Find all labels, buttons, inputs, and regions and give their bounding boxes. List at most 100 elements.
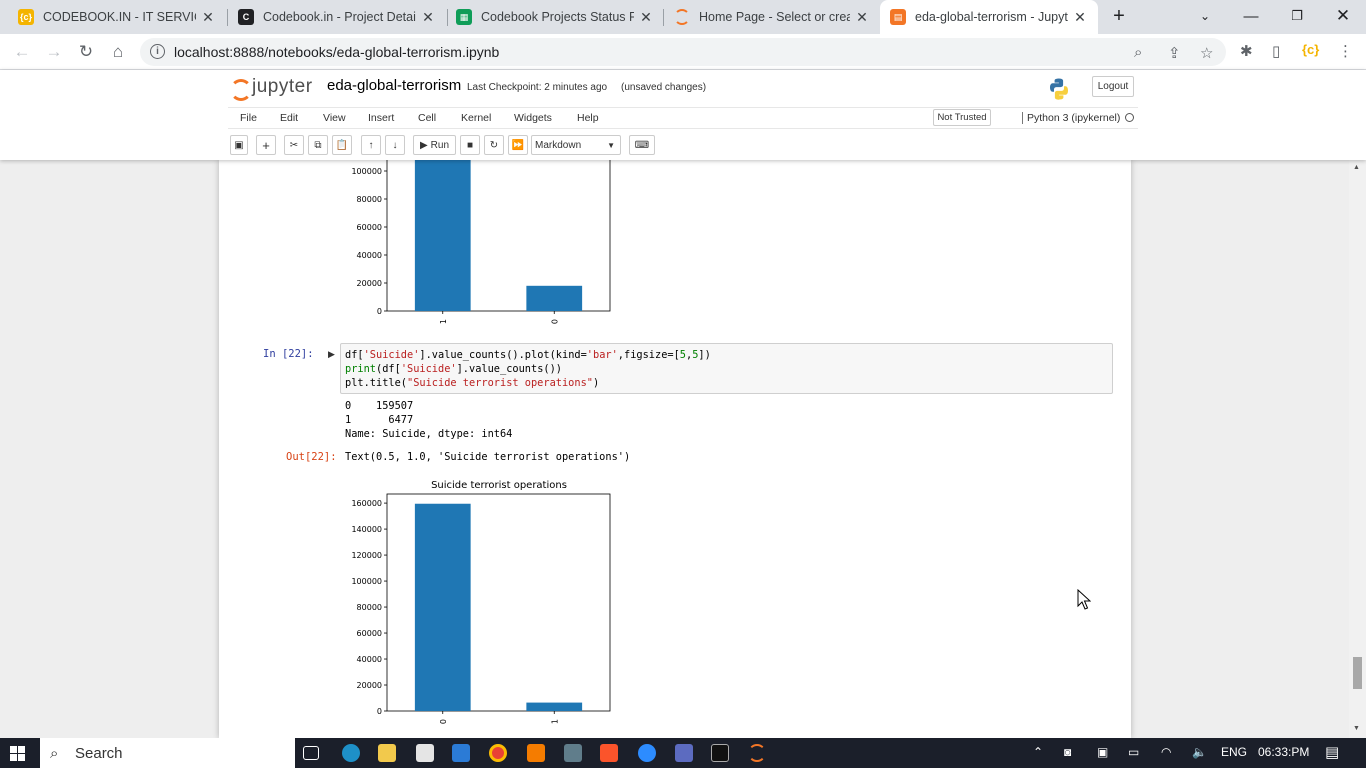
menu-help[interactable]: Help: [577, 112, 599, 124]
jupyter-wordmark: jupyter: [252, 76, 313, 97]
search-icon: ⌕: [50, 745, 59, 762]
tray-overflow-icon[interactable]: ⌃: [1033, 745, 1043, 759]
site-info-icon[interactable]: i: [150, 44, 165, 59]
close-tab-icon[interactable]: ✕: [638, 9, 654, 26]
menu-insert[interactable]: Insert: [368, 112, 394, 124]
move-down-icon[interactable]: ↓: [385, 135, 405, 155]
collapse-output-icon[interactable]: ▶: [328, 349, 335, 360]
chrome-menu-icon[interactable]: ⋮: [1338, 42, 1353, 60]
insert-cell-icon[interactable]: +: [256, 135, 276, 155]
task-view-icon[interactable]: [303, 746, 319, 760]
x-tick-label: 1: [439, 319, 448, 324]
chevron-down-icon: ▼: [607, 141, 615, 150]
copy-icon[interactable]: ⧉: [308, 135, 328, 155]
restart-run-all-icon[interactable]: ⏩: [508, 135, 528, 155]
code-cell-editor[interactable]: df['Suicide'].value_counts().plot(kind='…: [340, 343, 1113, 394]
kernel-name[interactable]: Python 3 (ipykernel): [1022, 112, 1120, 124]
menu-widgets[interactable]: Widgets: [514, 112, 552, 124]
scroll-up-icon[interactable]: ▲: [1353, 164, 1360, 171]
vertical-scrollbar[interactable]: ▲ ▼: [1349, 160, 1366, 738]
stdout-line: 1 6477: [345, 414, 414, 426]
back-icon[interactable]: ←: [8, 38, 36, 66]
menu-file[interactable]: File: [240, 112, 257, 124]
notifications-icon[interactable]: ▤: [1325, 743, 1339, 761]
scroll-down-icon[interactable]: ▼: [1353, 725, 1360, 732]
run-button[interactable]: ▶ Run: [413, 135, 456, 155]
scrollbar-thumb[interactable]: [1353, 657, 1362, 689]
restart-icon[interactable]: ↻: [484, 135, 504, 155]
forward-icon[interactable]: →: [40, 38, 68, 66]
close-window-icon[interactable]: ✕: [1320, 0, 1366, 32]
vscode-icon[interactable]: [452, 744, 470, 762]
cell-type-value: Markdown: [535, 139, 582, 151]
close-tab-icon[interactable]: ✕: [200, 9, 216, 26]
not-trusted-button[interactable]: Not Trusted: [933, 109, 991, 126]
extensions-puzzle-icon[interactable]: ✱: [1240, 42, 1253, 60]
language-indicator[interactable]: ENG: [1221, 745, 1247, 759]
command-palette-icon[interactable]: ⌨: [629, 135, 655, 155]
app-icon[interactable]: [564, 744, 582, 762]
menu-cell[interactable]: Cell: [418, 112, 436, 124]
zoom-icon[interactable]: ⌕: [1134, 44, 1142, 61]
bar: [526, 702, 583, 711]
move-up-icon[interactable]: ↑: [361, 135, 381, 155]
interrupt-icon[interactable]: ■: [460, 135, 480, 155]
wifi-icon[interactable]: ◠: [1161, 745, 1171, 759]
webcam-icon[interactable]: ◙: [1064, 745, 1071, 759]
home-icon[interactable]: ⌂: [104, 38, 132, 66]
display-icon[interactable]: ▣: [1097, 745, 1108, 759]
new-tab-icon[interactable]: +: [1100, 0, 1138, 32]
store-icon[interactable]: [416, 744, 434, 762]
bookmark-star-icon[interactable]: ☆: [1200, 44, 1213, 62]
clock[interactable]: 06:33:PM: [1258, 745, 1309, 759]
reload-icon[interactable]: ↻: [72, 38, 100, 66]
x-axis-ticks: 01: [439, 711, 559, 724]
paste-icon[interactable]: 📋: [332, 135, 352, 155]
menu-view[interactable]: View: [323, 112, 346, 124]
code-line-1: df['Suicide'].value_counts().plot(kind='…: [345, 349, 711, 361]
run-label: Run: [430, 139, 450, 151]
jupyter-logo[interactable]: jupyter: [230, 76, 313, 98]
edge-icon[interactable]: [342, 744, 360, 762]
zoom-app-icon[interactable]: [638, 744, 656, 762]
close-tab-icon[interactable]: ✕: [420, 9, 436, 26]
taskbar-search[interactable]: ⌕ Search: [40, 738, 295, 768]
restore-icon[interactable]: ❐: [1274, 0, 1320, 32]
y-tick-label: 100000: [351, 167, 382, 176]
codebook-extension-icon[interactable]: {c}: [1302, 42, 1319, 57]
remote-app-icon[interactable]: [675, 744, 693, 762]
volume-icon[interactable]: 🔈: [1192, 745, 1207, 759]
brave-icon[interactable]: [600, 744, 618, 762]
notebook-favicon-icon: ▤: [890, 9, 906, 25]
search-app-icon[interactable]: [527, 744, 545, 762]
menu-kernel[interactable]: Kernel: [461, 112, 491, 124]
browser-tab-4[interactable]: Home Page - Select or create ✕: [664, 0, 880, 34]
close-tab-icon[interactable]: ✕: [1072, 9, 1088, 26]
chrome-icon[interactable]: [489, 744, 507, 762]
browser-tab-1[interactable]: {c} CODEBOOK.IN - IT SERVICES ✕: [8, 0, 226, 34]
windows-start-icon[interactable]: [10, 746, 25, 761]
y-tick-label: 0: [377, 307, 382, 316]
address-bar[interactable]: i localhost:8888/notebooks/eda-global-te…: [140, 38, 1226, 66]
terminal-icon[interactable]: [711, 744, 729, 762]
file-explorer-icon[interactable]: [378, 744, 396, 762]
close-tab-icon[interactable]: ✕: [854, 9, 870, 26]
browser-tab-3[interactable]: ▦ Codebook Projects Status Re ✕: [446, 0, 664, 34]
logout-button[interactable]: Logout: [1092, 76, 1134, 97]
tab-search-chevron-icon[interactable]: ⌄: [1182, 0, 1228, 32]
browser-tab-5-active[interactable]: ▤ eda-global-terrorism - Jupyt ✕: [880, 0, 1098, 34]
notebook-name[interactable]: eda-global-terrorism: [327, 77, 461, 94]
browser-tab-2[interactable]: C Codebook.in - Project Details ✕: [228, 0, 446, 34]
jupyter-taskbar-icon[interactable]: [748, 744, 766, 762]
minimize-icon[interactable]: —: [1228, 0, 1274, 32]
save-icon[interactable]: ▣: [230, 135, 248, 155]
code-line-3: plt.title("Suicide terrorist operations"…: [345, 377, 600, 389]
cut-icon[interactable]: ✂: [284, 135, 304, 155]
notebook-site[interactable]: 0 20000 40000 60000 80000 100000 10 In [22]: …: [0, 160, 1366, 738]
in-prompt: In [22]:: [263, 348, 314, 360]
share-icon[interactable]: ⇪: [1168, 44, 1181, 62]
battery-icon[interactable]: ▭: [1128, 745, 1139, 759]
cell-type-select[interactable]: Markdown ▼: [531, 135, 621, 155]
menu-edit[interactable]: Edit: [280, 112, 298, 124]
side-panel-icon[interactable]: ▯: [1272, 42, 1280, 60]
